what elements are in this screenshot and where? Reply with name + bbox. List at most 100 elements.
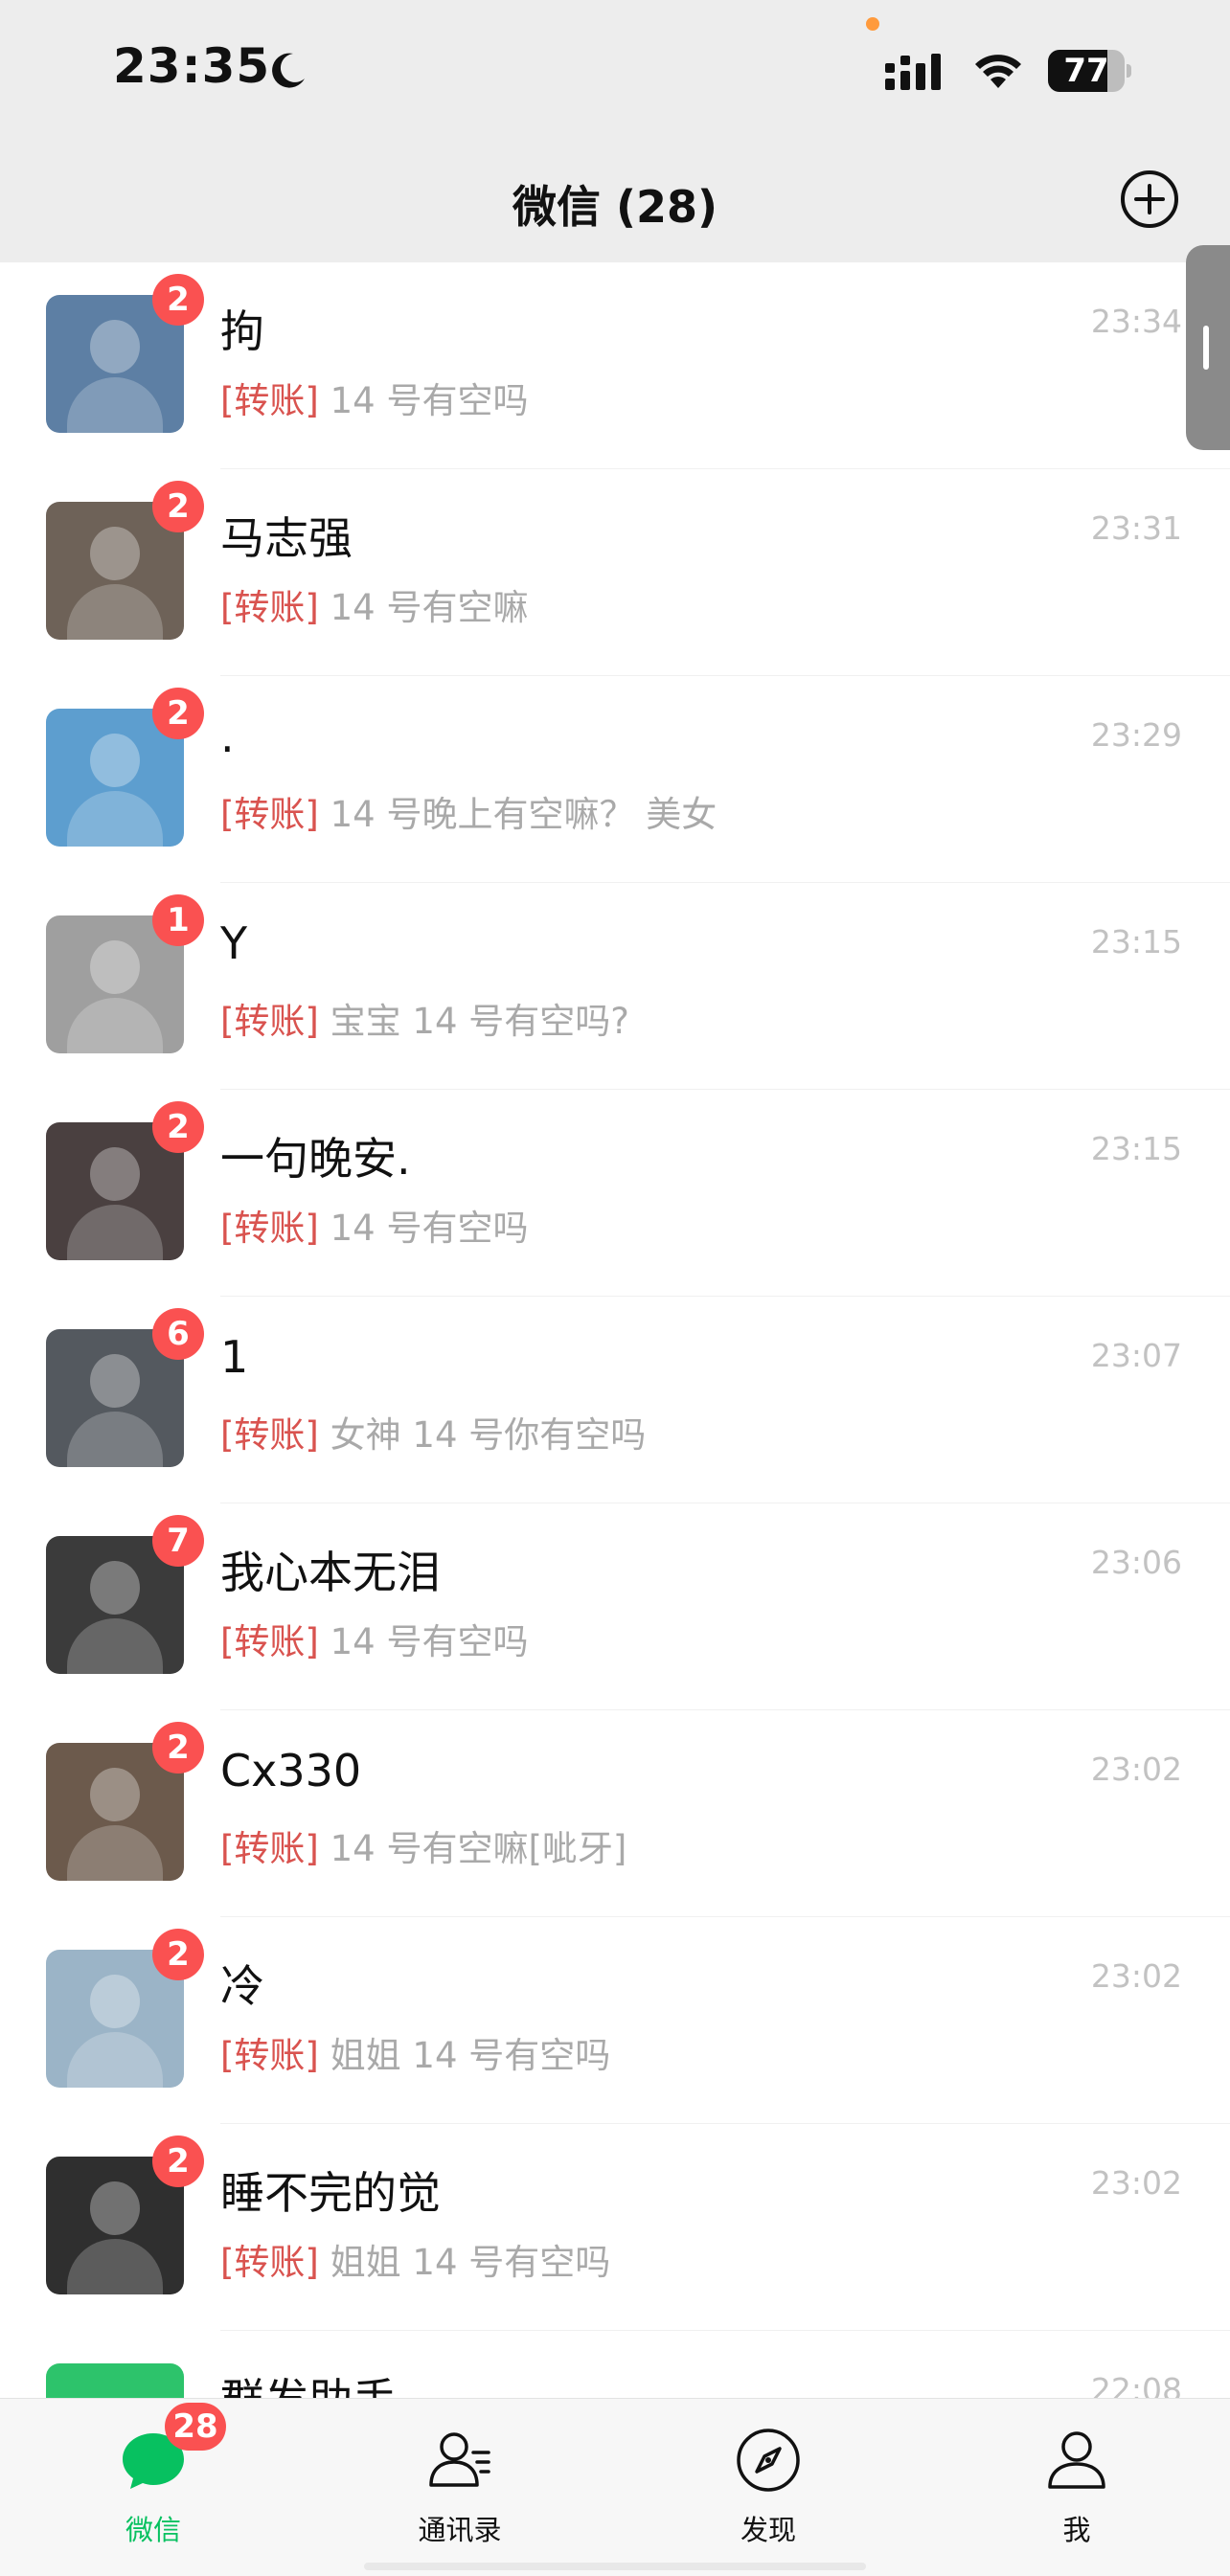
message-text: 女神 14 号你有空吗: [330, 1414, 647, 1456]
chat-time: 23:31: [1090, 509, 1182, 547]
avatar[interactable]: [46, 2363, 184, 2398]
chat-item[interactable]: 群发助手 22:08: [0, 2331, 1230, 2398]
transfer-tag: [转账]: [220, 587, 319, 628]
chat-name: 拘: [220, 305, 264, 357]
status-time: 23:35: [113, 38, 271, 94]
battery-percentage: 77: [1063, 52, 1109, 90]
home-indicator: [364, 2563, 866, 2570]
chat-name: Y: [220, 917, 248, 969]
chat-time: 23:07: [1090, 1337, 1182, 1374]
tab-label: 通讯录: [418, 2514, 502, 2546]
message-text: 14 号有空吗: [330, 1208, 529, 1249]
chat-preview: [转账] 14 号有空吗: [220, 372, 528, 423]
chat-item[interactable]: 2 . [转账] 14 号晚上有空嘛？ 美女 23:29: [0, 676, 1230, 883]
chat-time: 23:15: [1090, 1130, 1182, 1167]
transfer-tag: [转账]: [220, 1208, 319, 1249]
chat-time: 23:15: [1090, 923, 1182, 960]
chat-item[interactable]: 2 Cx330 [转账] 14 号有空嘛[呲牙] 23:02: [0, 1710, 1230, 1917]
page-title: 微信 (28): [512, 181, 718, 233]
privacy-indicator-dot: [866, 17, 879, 31]
chat-preview: [转账] 14 号有空吗: [220, 1613, 528, 1664]
unread-badge: 2: [152, 1722, 204, 1774]
chat-preview: [转账] 姐姐 14 号有空吗: [220, 2026, 610, 2078]
tab-label: 发现: [740, 2514, 796, 2546]
chat-time: 23:02: [1090, 1751, 1182, 1788]
transfer-tag: [转账]: [220, 1621, 319, 1662]
unread-badge: 2: [152, 688, 204, 739]
cellular-signal-icon: [885, 54, 941, 90]
unread-total-badge: 28: [165, 2403, 226, 2451]
chat-item[interactable]: 2 马志强 [转账] 14 号有空嘛 23:31: [0, 469, 1230, 676]
unread-badge: 2: [152, 2135, 204, 2187]
chat-time: 23:34: [1090, 303, 1182, 340]
chat-list[interactable]: 2 拘 [转账] 14 号有空吗 23:34 2 马志强 [转账] 14 号有空…: [0, 262, 1230, 2398]
transfer-tag: [转账]: [220, 2242, 319, 2283]
message-text: 姐姐 14 号有空吗: [330, 2242, 611, 2283]
tab-discover[interactable]: 发现: [672, 2399, 864, 2576]
chat-item[interactable]: 2 一句晚安. [转账] 14 号有空吗 23:15: [0, 1090, 1230, 1297]
chat-time: 23:02: [1090, 1957, 1182, 1995]
chat-preview: [转账] 14 号晚上有空嘛？ 美女: [220, 785, 717, 837]
chat-time: 23:29: [1090, 716, 1182, 754]
chat-name: 冷: [220, 1960, 264, 2012]
unread-badge: 2: [152, 274, 204, 326]
unread-badge: 1: [152, 894, 204, 946]
chat-preview: [转账] 女神 14 号你有空吗: [220, 1406, 646, 1457]
moon-icon: [272, 53, 305, 88]
status-bar: 23:35 77: [0, 0, 1230, 144]
chat-time: 23:02: [1090, 2164, 1182, 2202]
chat-item[interactable]: 2 拘 [转账] 14 号有空吗 23:34: [0, 262, 1230, 469]
transfer-tag: [转账]: [220, 380, 319, 421]
unread-badge: 7: [152, 1515, 204, 1567]
chat-preview: [转账] 14 号有空嘛: [220, 578, 528, 630]
tab-label: 微信: [125, 2514, 181, 2546]
transfer-tag: [转账]: [220, 1414, 319, 1456]
add-plus-icon[interactable]: [1119, 169, 1180, 230]
tab-weixin[interactable]: 28 微信: [57, 2399, 249, 2576]
message-text: 14 号有空嘛[呲牙]: [330, 1828, 627, 1869]
transfer-tag: [转账]: [220, 1001, 319, 1042]
side-drag-handle[interactable]: [1186, 245, 1230, 450]
message-text: 14 号有空吗: [330, 380, 529, 421]
chat-time: 23:06: [1090, 1544, 1182, 1581]
tab-contacts[interactable]: 通讯录: [364, 2399, 556, 2576]
battery-indicator: 77: [1048, 50, 1131, 92]
transfer-tag: [转账]: [220, 2035, 319, 2076]
battery-shell: 77: [1048, 50, 1125, 92]
chat-name: 马志强: [220, 512, 353, 564]
chat-preview: [转账] 14 号有空嘛[呲牙]: [220, 1819, 626, 1871]
unread-badge: 2: [152, 481, 204, 532]
chat-name: Cx330: [220, 1745, 362, 1796]
transfer-tag: [转账]: [220, 794, 319, 835]
tab-me[interactable]: 我: [981, 2399, 1173, 2576]
compass-icon: [737, 2429, 800, 2492]
battery-tip: [1127, 64, 1131, 78]
chat-item[interactable]: 2 冷 [转账] 姐姐 14 号有空吗 23:02: [0, 1917, 1230, 2124]
contacts-icon: [429, 2432, 490, 2487]
chat-name: 群发助手: [220, 2365, 397, 2398]
chat-item[interactable]: 6 1 [转账] 女神 14 号你有空吗 23:07: [0, 1297, 1230, 1503]
message-text: 14 号有空吗: [330, 1621, 529, 1662]
tab-bar: 28 微信 通讯录 发现 我: [0, 2398, 1230, 2576]
chat-time: 22:08: [1090, 2371, 1182, 2398]
unread-badge: 2: [152, 1101, 204, 1153]
message-text: 14 号有空嘛: [330, 587, 529, 628]
chat-preview: [转账] 宝宝 14 号有空吗?: [220, 992, 629, 1044]
wifi-icon: [975, 55, 1021, 88]
message-text: 14 号晚上有空嘛？ 美女: [330, 794, 718, 835]
unread-badge: 2: [152, 1929, 204, 1980]
chat-preview: [转账] 姐姐 14 号有空吗: [220, 2233, 610, 2285]
message-text: 宝宝 14 号有空吗?: [330, 1001, 629, 1042]
chat-item[interactable]: 2 睡不完的觉 [转账] 姐姐 14 号有空吗 23:02: [0, 2124, 1230, 2331]
chat-name: 一句晚安.: [220, 1133, 411, 1185]
chat-name: 1: [220, 1331, 249, 1383]
chat-item[interactable]: 1 Y [转账] 宝宝 14 号有空吗? 23:15: [0, 883, 1230, 1090]
chat-name: 睡不完的觉: [220, 2167, 441, 2219]
transfer-tag: [转账]: [220, 1828, 319, 1869]
chat-item[interactable]: 7 我心本无泪 [转账] 14 号有空吗 23:06: [0, 1503, 1230, 1710]
unread-badge: 6: [152, 1308, 204, 1360]
nav-bar: 微信 (28): [0, 144, 1230, 262]
chat-preview: [转账] 14 号有空吗: [220, 1199, 528, 1251]
tab-label: 我: [1062, 2514, 1091, 2546]
message-text: 姐姐 14 号有空吗: [330, 2035, 611, 2076]
